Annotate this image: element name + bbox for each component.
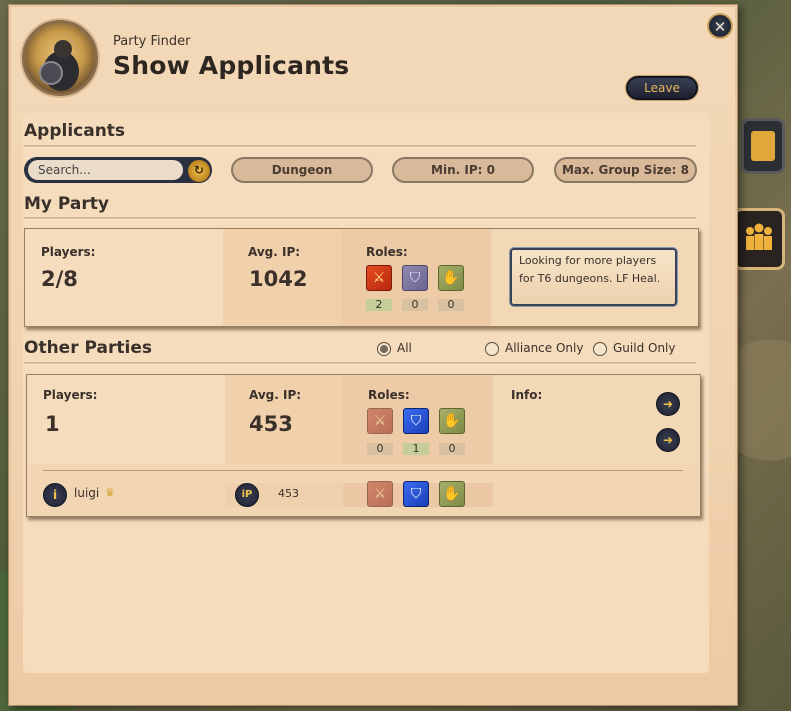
- party-group-icon: [746, 223, 772, 250]
- players-value: 1: [45, 412, 60, 436]
- activity-filter[interactable]: Dungeon: [231, 157, 373, 183]
- tank-count: 1: [403, 443, 429, 455]
- window-title: Show Applicants: [113, 51, 350, 80]
- players-column: Players: 2/8: [25, 229, 223, 326]
- scroll-icon: [751, 131, 775, 161]
- roles-column: Roles: ⚔ ⛉ ✋ 0 1 0: [343, 375, 493, 464]
- leave-button[interactable]: Leave: [626, 76, 698, 100]
- info-label: Info:: [511, 388, 543, 402]
- search-input[interactable]: Search...: [28, 160, 183, 180]
- crown-icon: ♛: [105, 486, 115, 499]
- divider: [24, 362, 696, 365]
- ip-icon: iP: [235, 483, 259, 507]
- divider: [24, 217, 696, 220]
- dps-count: 0: [367, 443, 393, 455]
- player-portrait: [22, 20, 98, 96]
- roles-label: Roles:: [366, 245, 408, 259]
- side-tab-party[interactable]: [733, 208, 785, 270]
- member-ip-cell: iP 453: [225, 483, 343, 507]
- filter-alliance-label: Alliance Only: [505, 341, 584, 355]
- shield-icon: ⛉: [402, 265, 428, 291]
- filter-all-label: All: [397, 341, 412, 355]
- member-roles-cell: ⚔ ⛉ ✋: [343, 481, 493, 507]
- member-ip: 453: [278, 487, 299, 500]
- member-row: i luigi ♛: [27, 483, 225, 507]
- max-group-size-filter[interactable]: Max. Group Size: 8: [554, 157, 697, 183]
- my-party-card: Players: 2/8 Avg. IP: 1042 Roles: ⚔ ⛉ ✋ …: [24, 228, 699, 327]
- hand-icon: ✋: [438, 265, 464, 291]
- avg-ip-value: 1042: [249, 267, 308, 291]
- side-tab-scroll[interactable]: [741, 118, 785, 174]
- window-subtitle: Party Finder: [113, 34, 191, 49]
- shield-icon: ⛉: [403, 408, 429, 434]
- filter-guild-label: Guild Only: [613, 341, 676, 355]
- expand-arrow-icon[interactable]: ➜: [656, 392, 680, 416]
- row-divider: [43, 470, 683, 471]
- hand-icon: ✋: [439, 408, 465, 434]
- other-parties-heading: Other Parties: [24, 338, 152, 358]
- sword-icon: ⚔: [367, 481, 393, 507]
- hand-icon: ✋: [439, 481, 465, 507]
- avg-ip-value: 453: [249, 412, 293, 436]
- min-ip-filter[interactable]: Min. IP: 0: [392, 157, 534, 183]
- tank-count: 0: [402, 299, 428, 311]
- my-party-heading: My Party: [24, 194, 109, 214]
- players-label: Players:: [43, 388, 98, 402]
- players-column: Players: 1: [27, 375, 225, 464]
- party-card[interactable]: Players: 1 Avg. IP: 453 Roles: ⚔ ⛉ ✋ 0 1…: [26, 374, 701, 517]
- avg-ip-column: Avg. IP: 453: [225, 375, 343, 464]
- avg-ip-label: Avg. IP:: [248, 245, 301, 259]
- sword-icon: ⚔: [366, 265, 392, 291]
- party-description-field[interactable]: Looking for more players for T6 dungeons…: [510, 248, 677, 306]
- applicants-heading: Applicants: [24, 121, 126, 141]
- players-value: 2/8: [41, 267, 78, 291]
- players-label: Players:: [41, 245, 96, 259]
- avg-ip-label: Avg. IP:: [249, 388, 302, 402]
- member-name: luigi: [74, 486, 100, 500]
- apply-arrow-icon[interactable]: ➜: [656, 428, 680, 452]
- info-icon[interactable]: i: [43, 483, 67, 507]
- filter-guild-radio[interactable]: [593, 342, 607, 356]
- search-box: Search... ↻: [24, 157, 212, 183]
- close-icon[interactable]: ✕: [707, 13, 733, 39]
- roles-label: Roles:: [368, 388, 410, 402]
- divider: [24, 145, 696, 148]
- filter-alliance-radio[interactable]: [485, 342, 499, 356]
- dps-count: 2: [366, 299, 392, 311]
- roles-column: Roles: ⚔ ⛉ ✋ 2 0 0: [341, 229, 491, 326]
- heal-count: 0: [439, 443, 465, 455]
- shield-icon: ⛉: [403, 481, 429, 507]
- portrait-warrior-icon: [39, 32, 83, 91]
- filter-all-radio[interactable]: [377, 342, 391, 356]
- sword-icon: ⚔: [367, 408, 393, 434]
- refresh-icon[interactable]: ↻: [187, 159, 211, 183]
- heal-count: 0: [438, 299, 464, 311]
- avg-ip-column: Avg. IP: 1042: [223, 229, 341, 326]
